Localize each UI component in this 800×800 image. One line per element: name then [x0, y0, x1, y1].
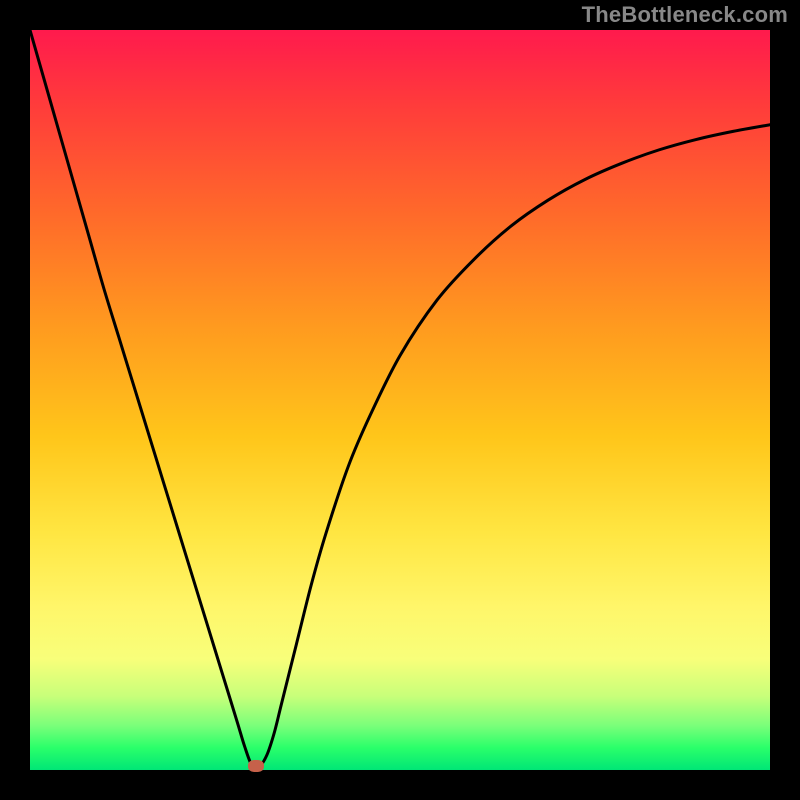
plot-area — [30, 30, 770, 770]
chart-frame: TheBottleneck.com — [0, 0, 800, 800]
minimum-marker — [248, 760, 264, 772]
attribution-text: TheBottleneck.com — [582, 2, 788, 28]
curve-svg — [30, 30, 770, 770]
bottleneck-curve — [30, 30, 770, 768]
